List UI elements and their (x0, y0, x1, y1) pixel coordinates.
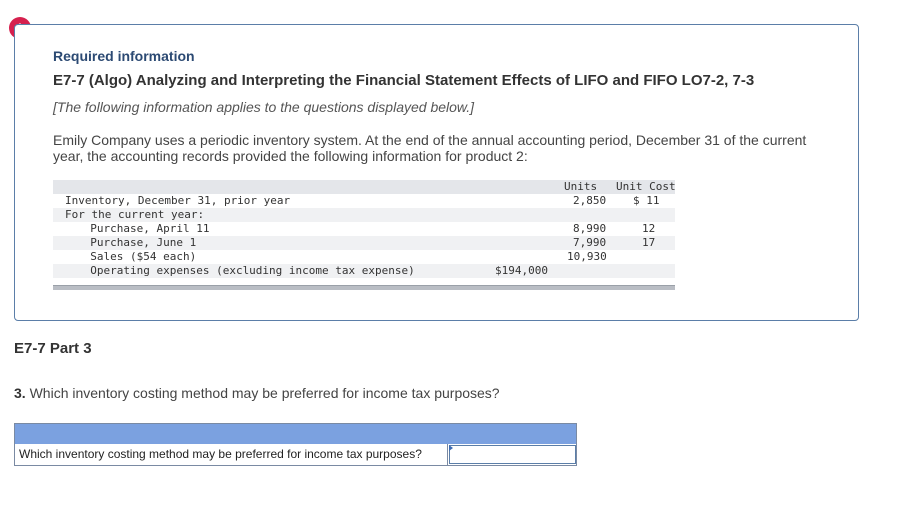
row-unit-cost: 17 (642, 236, 656, 249)
answer-row: Which inventory costing method may be pr… (15, 444, 576, 465)
applies-note: [The following information applies to th… (53, 99, 475, 115)
unit-cost-column-header: Unit Cost (616, 180, 676, 193)
costing-method-answer-field[interactable] (449, 445, 576, 464)
problem-description: Emily Company uses a periodic inventory … (53, 132, 807, 164)
table-row: For the current year: (53, 208, 675, 222)
units-column-header: Units (564, 180, 598, 193)
required-information-heading: Required information (53, 48, 195, 64)
row-units: 10,930 (567, 250, 607, 263)
table-row: Purchase, April 11 8,990 12 (53, 222, 675, 236)
row-units: 2,850 (573, 194, 607, 207)
inventory-data-table: Units Unit Cost Inventory, December 31, … (53, 180, 676, 292)
table-row: Operating expenses (excluding income tax… (53, 264, 675, 278)
dropdown-indicator-icon (449, 445, 453, 451)
required-information-panel: Required information E7-7 (Algo) Analyzi… (14, 24, 859, 321)
row-label: Inventory, December 31, prior year (65, 194, 291, 207)
row-units: 8,990 (573, 222, 607, 235)
table-row: Inventory, December 31, prior year 2,850… (53, 194, 675, 208)
table-row: Sales ($54 each) 10,930 (53, 250, 675, 264)
row-label: Purchase, April 11 (77, 222, 210, 235)
exercise-title: E7-7 (Algo) Analyzing and Interpreting t… (53, 72, 755, 89)
row-amount: $194,000 (495, 264, 548, 277)
row-label: For the current year: (65, 208, 205, 221)
answer-row-label: Which inventory costing method may be pr… (15, 444, 448, 465)
table-header-row: Units Unit Cost (53, 180, 676, 194)
row-units: 7,990 (573, 236, 607, 249)
row-unit-cost: $ 11 (633, 194, 660, 207)
row-unit-cost: 12 (642, 222, 656, 235)
part-title: E7-7 Part 3 (14, 340, 92, 357)
answer-table-header (15, 424, 576, 444)
row-label: Operating expenses (excluding income tax… (77, 264, 415, 277)
question-text: 3. Which inventory costing method may be… (14, 385, 500, 401)
row-label: Purchase, June 1 (77, 236, 197, 249)
table-bottom-rule (53, 285, 675, 290)
table-row: Purchase, June 1 7,990 17 (53, 236, 675, 250)
row-label: Sales ($54 each) (77, 250, 197, 263)
answer-table: Which inventory costing method may be pr… (14, 423, 577, 466)
question-body: Which inventory costing method may be pr… (29, 385, 500, 401)
question-number: 3. (14, 385, 26, 401)
